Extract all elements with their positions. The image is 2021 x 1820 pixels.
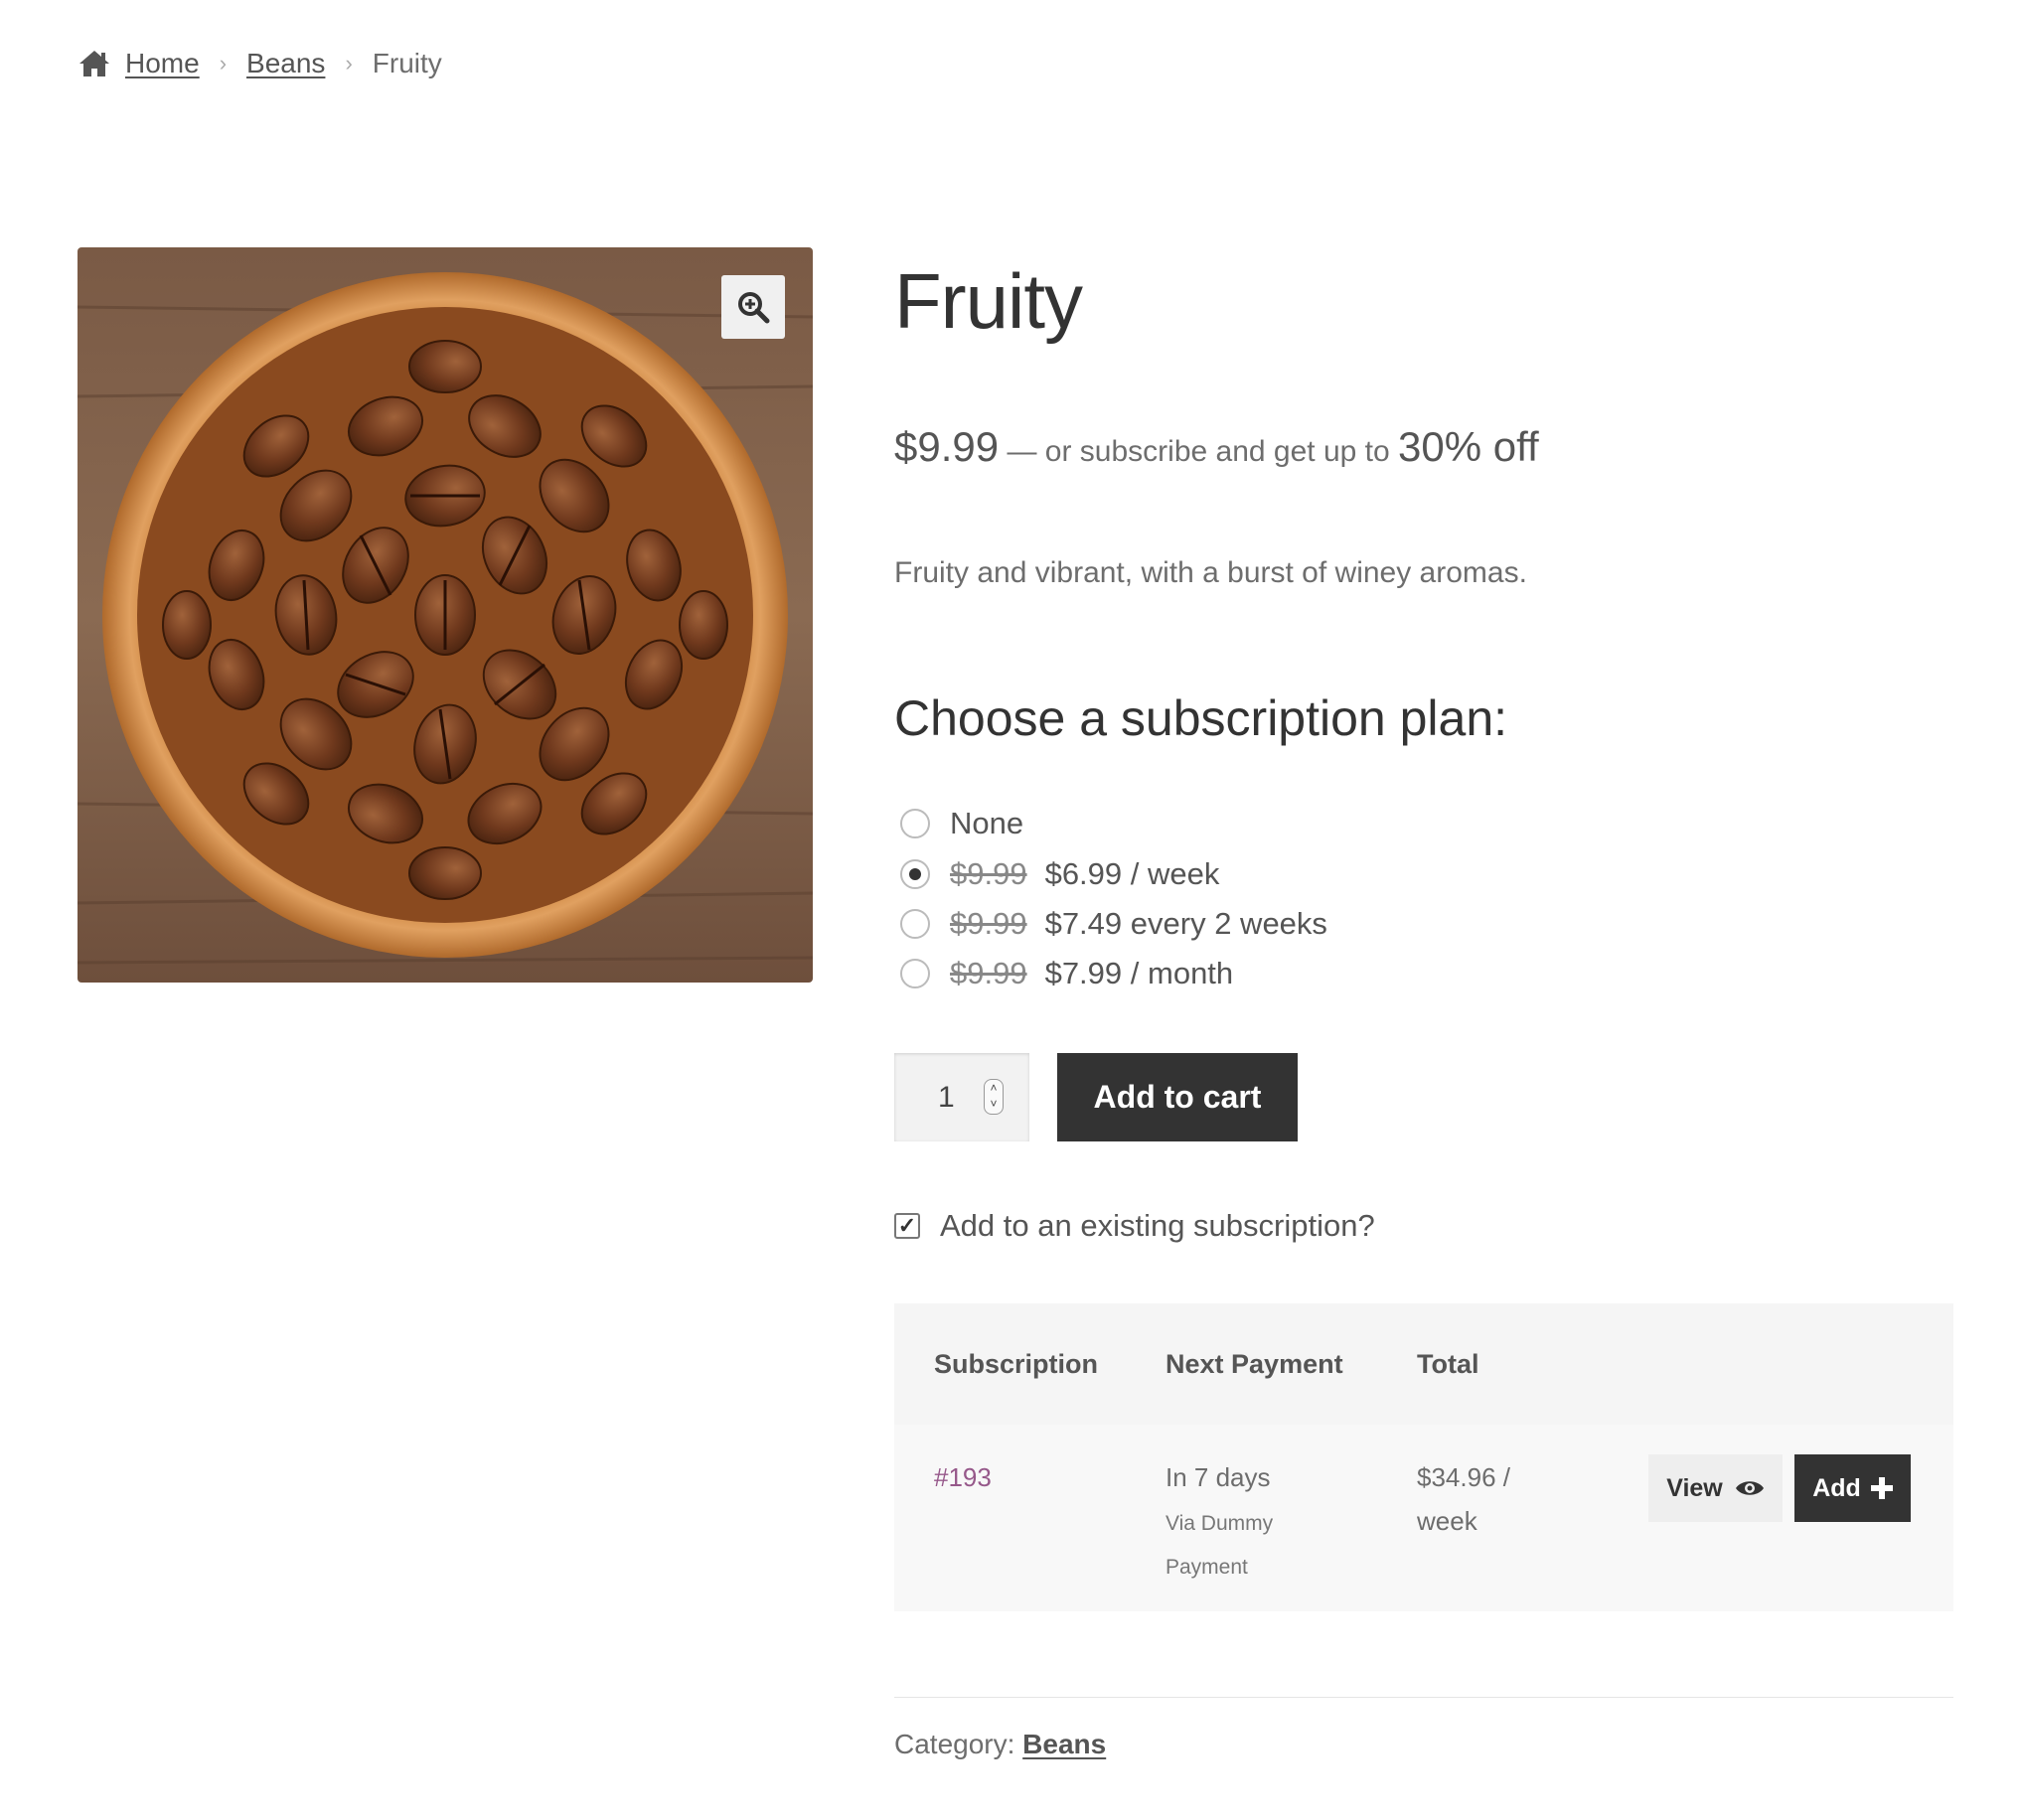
plus-icon bbox=[1870, 1477, 1893, 1499]
old-price: $9.99 bbox=[950, 906, 1027, 941]
add-to-subscription-button[interactable]: Add bbox=[1794, 1454, 1911, 1522]
new-price: $6.99 bbox=[1044, 856, 1123, 891]
add-to-cart-button[interactable]: Add to cart bbox=[1057, 1053, 1298, 1141]
regular-price: $9.99 bbox=[894, 423, 1000, 470]
view-button[interactable]: View bbox=[1648, 1454, 1783, 1522]
column-header-next-payment: Next Payment bbox=[1166, 1349, 1343, 1379]
divider bbox=[894, 1697, 1953, 1698]
column-header-subscription: Subscription bbox=[934, 1349, 1099, 1379]
add-button-label: Add bbox=[1812, 1473, 1861, 1502]
plan-option-biweekly[interactable]: $9.99 $7.49 every 2 weeks bbox=[900, 902, 1327, 946]
product-image[interactable] bbox=[78, 247, 813, 983]
plan-option-weekly[interactable]: $9.99 $6.99 / week bbox=[900, 852, 1219, 896]
subscription-table: Subscription Next Payment Total #193 In … bbox=[894, 1303, 1953, 1611]
breadcrumb-current: Fruity bbox=[372, 48, 442, 78]
old-price: $9.99 bbox=[950, 856, 1027, 891]
subscribe-text: — or subscribe and get up to bbox=[999, 435, 1399, 468]
radio-button[interactable] bbox=[900, 859, 930, 889]
eye-icon bbox=[1735, 1481, 1764, 1495]
subscription-id-link[interactable]: #193 bbox=[934, 1462, 992, 1493]
radio-button[interactable] bbox=[900, 809, 930, 838]
price-line: $9.99 — or subscribe and get up to 30% o… bbox=[894, 423, 1539, 471]
radio-button[interactable] bbox=[900, 959, 930, 988]
breadcrumb: Home › Beans › Fruity bbox=[78, 40, 442, 87]
existing-subscription-checkbox[interactable]: ✓ Add to an existing subscription? bbox=[894, 1208, 1375, 1244]
home-icon bbox=[79, 51, 109, 76]
plan-label: every 2 weeks bbox=[1130, 906, 1327, 941]
breadcrumb-beans-link[interactable]: Beans bbox=[246, 48, 325, 79]
column-header-total: Total bbox=[1417, 1349, 1479, 1379]
plan-label: None bbox=[950, 806, 1024, 840]
table-header: Subscription Next Payment Total bbox=[894, 1303, 1953, 1425]
product-category: Category: Beans bbox=[894, 1729, 1106, 1760]
breadcrumb-separator: › bbox=[345, 51, 353, 76]
total-line: week bbox=[1417, 1506, 1477, 1536]
next-payment: In 7 days bbox=[1166, 1462, 1271, 1492]
checkbox-label: Add to an existing subscription? bbox=[940, 1208, 1375, 1243]
product-title: Fruity bbox=[894, 257, 1083, 345]
zoom-button[interactable] bbox=[721, 275, 785, 339]
new-price: $7.49 bbox=[1044, 906, 1123, 941]
old-price: $9.99 bbox=[950, 956, 1027, 990]
checkbox[interactable]: ✓ bbox=[894, 1213, 920, 1239]
plan-heading: Choose a subscription plan: bbox=[894, 690, 1508, 746]
quantity-input[interactable]: 1 ˄ ˅ bbox=[894, 1053, 1029, 1141]
breadcrumb-home-link[interactable]: Home bbox=[125, 48, 200, 79]
plan-label: / week bbox=[1130, 856, 1220, 891]
total-line: $34.96 / bbox=[1417, 1462, 1510, 1492]
category-label: Category: bbox=[894, 1729, 1023, 1759]
new-price: $7.99 bbox=[1044, 956, 1123, 990]
discount-text: 30% off bbox=[1398, 423, 1539, 470]
quantity-stepper-icon[interactable]: ˄ ˅ bbox=[984, 1079, 1004, 1115]
plan-option-none[interactable]: None bbox=[900, 802, 1023, 845]
quantity-value: 1 bbox=[938, 1080, 955, 1114]
zoom-in-icon bbox=[738, 292, 770, 324]
product-description: Fruity and vibrant, with a burst of wine… bbox=[894, 556, 1527, 589]
radio-button[interactable] bbox=[900, 909, 930, 939]
plan-label: / month bbox=[1130, 956, 1234, 990]
payment-method-line: Payment bbox=[1166, 1556, 1248, 1579]
payment-method-line: Via Dummy bbox=[1166, 1512, 1274, 1535]
breadcrumb-separator: › bbox=[219, 51, 228, 76]
category-link[interactable]: Beans bbox=[1022, 1729, 1106, 1759]
plan-option-monthly[interactable]: $9.99 $7.99 / month bbox=[900, 952, 1233, 995]
view-button-label: View bbox=[1666, 1473, 1723, 1502]
